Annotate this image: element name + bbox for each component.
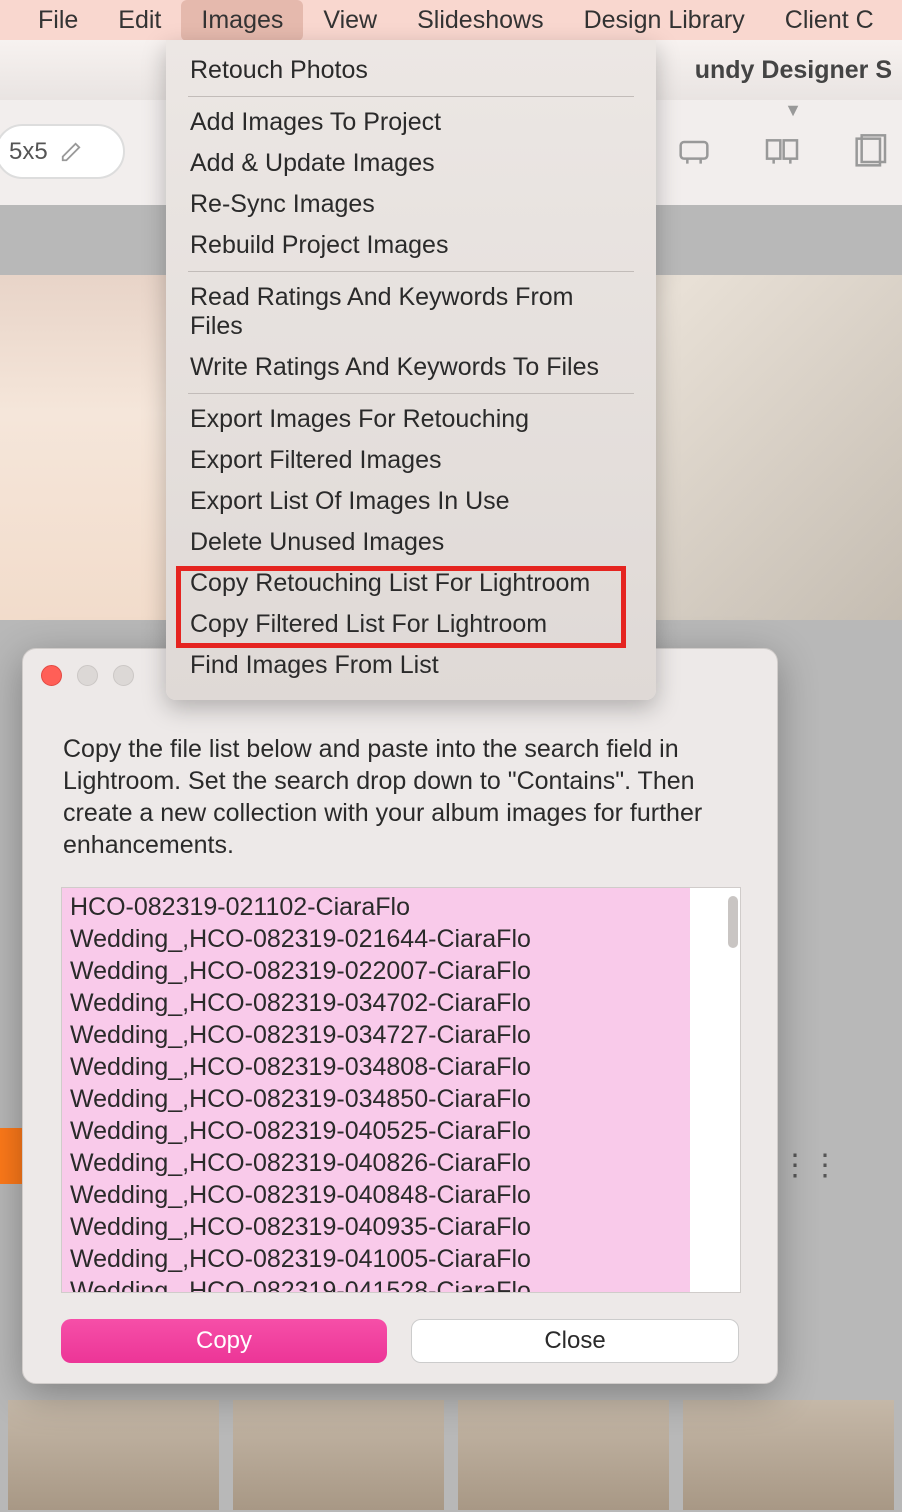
menu-export-list-in-use[interactable]: Export List Of Images In Use — [166, 481, 656, 522]
chevron-down-icon: ▼ — [784, 100, 802, 121]
menu-copy-filtered-list-lightroom[interactable]: Copy Filtered List For Lightroom — [166, 604, 656, 645]
zoom-window-button — [113, 665, 134, 686]
menu-file[interactable]: File — [18, 0, 98, 41]
file-list-container: HCO-082319-021102-CiaraFloWedding_,HCO-0… — [61, 887, 741, 1293]
menu-read-ratings[interactable]: Read Ratings And Keywords From Files — [166, 277, 656, 347]
size-pill[interactable]: 5x5 — [0, 124, 125, 179]
file-list-line: Wedding_,HCO-082319-040935-CiaraFlo — [70, 1211, 682, 1243]
tool-icon-2[interactable] — [758, 128, 806, 176]
thumbnail[interactable] — [683, 1400, 894, 1510]
toolbar-icons-right — [670, 128, 894, 176]
close-button[interactable]: Close — [411, 1319, 739, 1363]
copy-list-dialog: Copy the file list below and paste into … — [22, 648, 778, 1384]
menu-edit[interactable]: Edit — [98, 0, 181, 41]
size-label: 5x5 — [9, 138, 48, 166]
file-list-line: Wedding_,HCO-082319-040848-CiaraFlo — [70, 1179, 682, 1211]
file-list-line: Wedding_,HCO-082319-021644-CiaraFlo — [70, 923, 682, 955]
file-list-line: Wedding_,HCO-082319-034850-CiaraFlo — [70, 1083, 682, 1115]
menu-export-filtered[interactable]: Export Filtered Images — [166, 440, 656, 481]
thumbnail-strip — [0, 1392, 902, 1512]
menu-find-images-from-list[interactable]: Find Images From List — [166, 645, 656, 686]
file-list-line: Wedding_,HCO-082319-034702-CiaraFlo — [70, 987, 682, 1019]
thumbnail[interactable] — [458, 1400, 669, 1510]
menu-copy-retouching-list-lightroom[interactable]: Copy Retouching List For Lightroom — [166, 563, 656, 604]
copy-button[interactable]: Copy — [61, 1319, 387, 1363]
menu-view[interactable]: View — [303, 0, 397, 41]
file-list-line: Wedding_,HCO-082319-022007-CiaraFlo — [70, 955, 682, 987]
scrollbar-thumb[interactable] — [728, 896, 738, 948]
thumbnail[interactable] — [233, 1400, 444, 1510]
menu-export-retouching[interactable]: Export Images For Retouching — [166, 399, 656, 440]
file-list-line: Wedding_,HCO-082319-041005-CiaraFlo — [70, 1243, 682, 1275]
pencil-icon — [60, 141, 82, 163]
tool-icon-1[interactable] — [670, 128, 718, 176]
thumbnail[interactable] — [8, 1400, 219, 1510]
file-list-line: Wedding_,HCO-082319-040826-CiaraFlo — [70, 1147, 682, 1179]
menu-client[interactable]: Client C — [765, 0, 894, 41]
menubar: File Edit Images View Slideshows Design … — [0, 0, 902, 40]
menu-separator — [188, 96, 634, 97]
window-controls — [41, 665, 134, 686]
menu-design-library[interactable]: Design Library — [564, 0, 765, 41]
orange-indicator — [0, 1128, 22, 1184]
menu-write-ratings[interactable]: Write Ratings And Keywords To Files — [166, 347, 656, 388]
file-list-line: Wedding_,HCO-082319-034808-CiaraFlo — [70, 1051, 682, 1083]
file-list-line: HCO-082319-021102-CiaraFlo — [70, 891, 682, 923]
menu-add-images-to-project[interactable]: Add Images To Project — [166, 102, 656, 143]
titlebar-text: undy Designer S — [695, 56, 892, 85]
menu-add-update-images[interactable]: Add & Update Images — [166, 143, 656, 184]
file-list[interactable]: HCO-082319-021102-CiaraFloWedding_,HCO-0… — [62, 888, 690, 1292]
file-list-line: Wedding_,HCO-082319-034727-CiaraFlo — [70, 1019, 682, 1051]
images-dropdown: Retouch Photos Add Images To Project Add… — [166, 40, 656, 700]
close-window-button[interactable] — [41, 665, 62, 686]
tool-icon-3[interactable] — [846, 128, 894, 176]
menu-separator — [188, 393, 634, 394]
menu-separator — [188, 271, 634, 272]
menu-images[interactable]: Images — [181, 0, 303, 41]
file-list-line: Wedding_,HCO-082319-041528-CiaraFlo — [70, 1275, 682, 1293]
minimize-window-button — [77, 665, 98, 686]
menu-resync-images[interactable]: Re-Sync Images — [166, 184, 656, 225]
file-list-line: Wedding_,HCO-082319-040525-CiaraFlo — [70, 1115, 682, 1147]
menu-rebuild-project-images[interactable]: Rebuild Project Images — [166, 225, 656, 266]
menu-slideshows[interactable]: Slideshows — [397, 0, 563, 41]
dialog-instruction: Copy the file list below and paste into … — [63, 733, 735, 861]
dialog-buttons: Copy Close — [61, 1319, 739, 1363]
menu-retouch-photos[interactable]: Retouch Photos — [166, 50, 656, 91]
menu-delete-unused[interactable]: Delete Unused Images — [166, 522, 656, 563]
